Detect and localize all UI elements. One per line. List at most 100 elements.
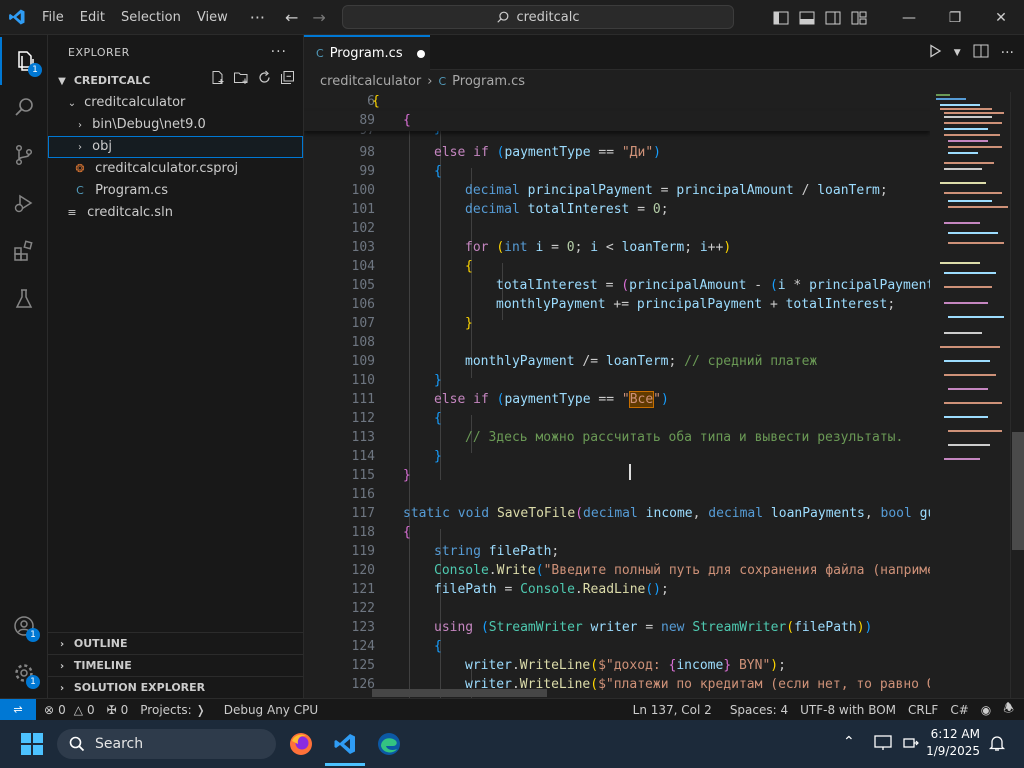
minimap[interactable] [930,92,1010,698]
clock-time: 6:12 AM [930,727,980,741]
folder-creditcalculator[interactable]: ⌄ creditcalculator [48,92,303,114]
cursor-position[interactable]: Ln 137, Col 2 [627,703,718,717]
toggle-primary-sidebar-icon[interactable] [768,0,794,35]
code-line: 103 for (int i = 0; i < loanTerm; i++) [351,240,732,255]
back-arrow-icon[interactable]: ← [285,8,298,27]
collapse-all-icon[interactable] [280,70,295,93]
run-debug-icon[interactable] [0,179,48,227]
line-endings[interactable]: CRLF [902,703,944,717]
code-line: 114} [351,449,442,464]
timeline-section[interactable]: › TIMELINE [48,655,304,677]
file-solution[interactable]: ≡ creditcalc.sln [48,202,303,224]
testing-flask-icon[interactable] [0,275,48,323]
extensions-icon[interactable] [0,227,48,275]
file-program-cs[interactable]: C Program.cs [48,180,303,202]
settings-badge: 1 [26,675,40,689]
menu-file[interactable]: File [34,0,72,35]
title-bar: File Edit Selection View ··· ← → creditc… [0,0,1024,35]
horizontal-scrollbar[interactable] [372,689,547,697]
remote-indicator-icon[interactable]: ⇌ [0,698,36,721]
vscode-taskbar-icon[interactable] [325,724,365,766]
network-icon[interactable] [902,734,920,756]
folder-bin-debug[interactable]: › bin\Debug\net9.0 [48,114,303,136]
more-actions-icon[interactable]: ··· [1001,45,1014,61]
windows-start-icon[interactable] [12,724,52,764]
toggle-panel-icon[interactable] [794,0,820,35]
menu-edit[interactable]: Edit [72,0,113,35]
encoding[interactable]: UTF-8 with BOM [794,703,902,717]
chevron-down-icon[interactable]: ▼ [954,48,961,58]
edge-icon[interactable] [369,724,409,764]
solution-explorer-section[interactable]: › SOLUTION EXPLORER [48,677,304,699]
activity-bar: 1 1 1 [0,35,48,698]
refresh-icon[interactable] [257,70,272,93]
explorer-more-button[interactable]: ··· [271,35,287,70]
menu-view[interactable]: View [189,0,236,35]
folder-obj[interactable]: › obj [48,136,303,158]
breadcrumb-file[interactable]: Program.cs [452,74,525,89]
breadcrumb-folder[interactable]: creditcalculator [320,74,421,89]
tree-item-label: obj [92,139,112,154]
workspace-root[interactable]: ▼ CREDITCALC [48,70,303,92]
editor-tab-bar: C Program.cs ▼ ··· [304,35,1024,70]
build-config[interactable]: Debug Any CPU [218,703,324,717]
close-button[interactable]: ✕ [978,0,1024,35]
language-mode[interactable]: C# [944,703,974,717]
taskbar-search-label: Search [95,736,144,752]
notifications-bell-icon[interactable]: 🕭 [997,699,1024,720]
code-line: 99{ [359,164,442,179]
code-line: 89{ [304,111,930,131]
code-line: 116 [351,487,375,502]
toggle-secondary-sidebar-icon[interactable] [820,0,846,35]
accounts-icon[interactable]: 1 [0,602,48,650]
forward-arrow-icon[interactable]: → [312,8,325,27]
warning-icon: △ [73,702,83,717]
vertical-scrollbar[interactable] [1010,92,1024,698]
taskbar-search[interactable]: Search [57,729,276,759]
display-icon[interactable] [874,734,892,756]
command-center-search[interactable]: creditcalc [342,5,734,29]
restore-button[interactable]: ❐ [932,0,978,35]
chevron-down-icon: ⌄ [67,98,77,109]
indentation[interactable]: Spaces: 4 [724,703,794,717]
chevron-up-icon[interactable]: ⌃ [843,734,855,750]
minimize-button[interactable]: — [886,0,932,35]
outline-section[interactable]: › OUTLINE [48,633,304,655]
new-file-icon[interactable] [210,70,225,93]
system-clock[interactable]: 6:12 AM 1/9/2025 [926,726,980,760]
tab-program-cs[interactable]: C Program.cs [304,35,430,70]
copilot-icon[interactable]: ◉ [975,703,997,717]
workspace-root-label: CREDITCALC [73,74,151,87]
problems-indicator[interactable]: ⊗ 0 △ 0 [36,703,101,717]
code-editor[interactable]: 6{ 89{ 97} 98else if (paymentType == "Ди… [304,92,930,698]
code-line: 108 [351,335,375,350]
explorer-icon[interactable]: 1 [0,37,48,85]
code-line: 98 else if (paymentType == "Ди") [359,145,661,160]
menu-selection[interactable]: Selection [113,0,189,35]
projects-indicator[interactable]: Projects: ❭ [134,703,211,717]
source-control-icon[interactable] [0,131,48,179]
status-bar: ⇌ ⊗ 0 △ 0 ✠ 0 Projects: ❭ Debug Any CPU Ln … [0,698,1024,721]
ports-indicator[interactable]: ✠ 0 [101,703,135,717]
notifications-bell-icon[interactable] [988,734,1006,756]
code-line: 111 else if (paymentType == "Все") [351,391,669,408]
new-folder-icon[interactable] [233,70,249,93]
split-editor-icon[interactable] [973,44,989,62]
customize-layout-icon[interactable] [846,0,872,35]
code-line: 6{ [304,92,930,111]
code-line: 106 monthlyPayment += principalPayment + … [351,297,896,312]
file-csproj[interactable]: ❂ creditcalculator.csproj [48,158,303,180]
rss-file-icon: ❂ [75,162,85,175]
code-line: 97} [304,131,930,139]
scrollbar-thumb[interactable] [1012,432,1024,550]
code-line: 100 decimal principalPayment = principalA… [351,183,888,198]
menu-more-button[interactable]: ··· [236,0,273,35]
accounts-badge: 1 [26,628,40,642]
search-icon[interactable] [0,83,48,131]
firefox-icon[interactable] [281,724,321,764]
code-line: 123 using (StreamWriter writer = new Stre… [351,620,873,635]
unsaved-dot-icon[interactable] [416,49,425,58]
chevron-right-icon: › [59,661,65,672]
run-play-icon[interactable] [928,43,942,62]
settings-gear-icon[interactable]: 1 [0,649,48,697]
